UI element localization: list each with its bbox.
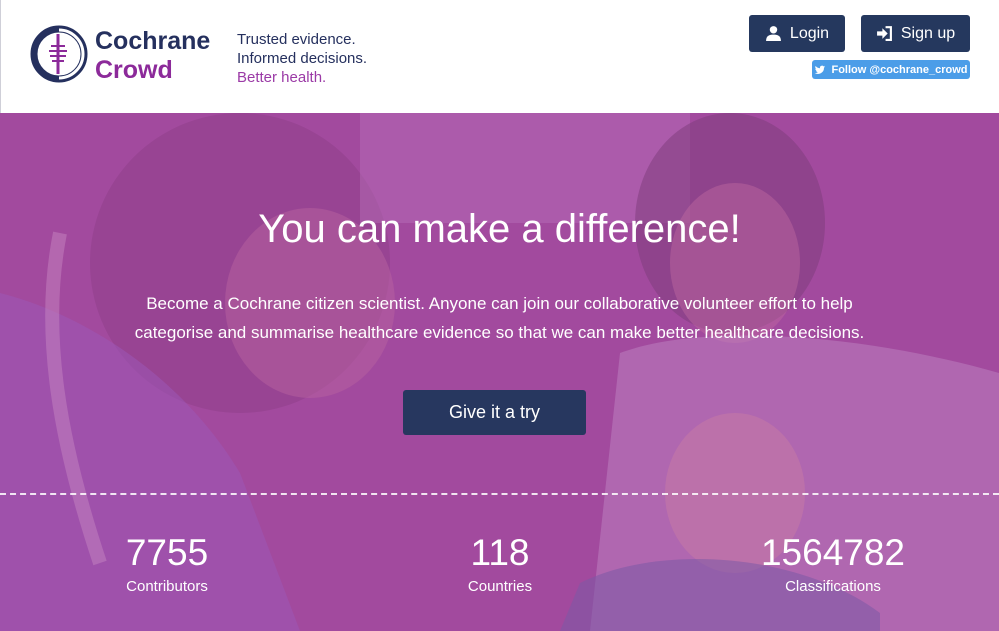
signup-label: Sign up xyxy=(900,24,956,42)
hero-description: Become a Cochrane citizen scientist. Any… xyxy=(134,294,865,342)
cochrane-logo-icon[interactable] xyxy=(29,24,89,84)
stat-label: Countries xyxy=(467,578,533,595)
tagline-line-2: Informed decisions. xyxy=(237,50,368,67)
twitter-follow-button[interactable]: Follow @cochrane_crowd xyxy=(812,60,970,79)
brand-name[interactable]: Cochrane Crowd xyxy=(95,27,210,85)
stat-value: 118 xyxy=(470,532,530,573)
stat-value: 7755 xyxy=(125,532,209,573)
twitter-bird-icon xyxy=(815,65,826,74)
brand-line-2: Crowd xyxy=(95,56,173,84)
signup-button[interactable]: Sign up xyxy=(861,15,970,52)
tagline-line-3: Better health. xyxy=(237,69,327,86)
login-button[interactable]: Login xyxy=(749,15,845,52)
stat-classifications: 1564782 Classifications xyxy=(733,531,933,597)
stat-label: Classifications xyxy=(785,578,881,595)
give-it-a-try-button[interactable]: Give it a try xyxy=(403,390,586,435)
login-label: Login xyxy=(789,24,830,42)
hero-banner: You can make a difference! Become a Coch… xyxy=(0,113,999,631)
stat-countries: 118 Countries xyxy=(400,531,600,597)
sign-in-icon xyxy=(876,26,892,41)
brand-line-1: Cochrane xyxy=(95,27,211,55)
twitter-label: Follow @cochrane_crowd xyxy=(831,63,968,76)
user-icon xyxy=(765,26,781,41)
dashed-divider xyxy=(0,493,999,495)
stat-label: Contributors xyxy=(126,578,208,595)
site-header: Cochrane Crowd Trusted evidence. Informe… xyxy=(0,0,999,113)
stat-contributors: 7755 Contributors xyxy=(67,531,267,597)
hero-title: You can make a difference! xyxy=(258,207,741,251)
tagline: Trusted evidence. Informed decisions. Be… xyxy=(237,30,367,87)
tagline-line-1: Trusted evidence. xyxy=(237,31,356,48)
stat-value: 1564782 xyxy=(760,532,906,573)
